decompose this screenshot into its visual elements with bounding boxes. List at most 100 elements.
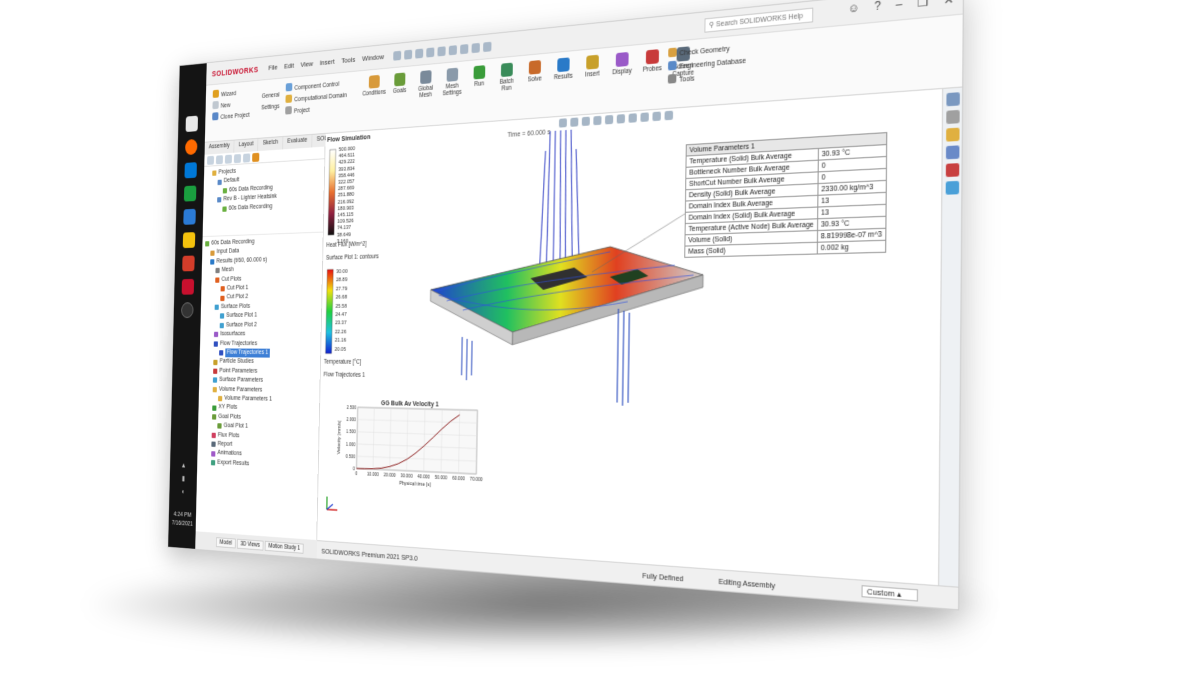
zoom-area-icon[interactable] <box>570 117 579 127</box>
menu-tools[interactable]: Tools <box>341 55 355 65</box>
legend-value: 30.00 <box>336 269 348 275</box>
component-icon <box>285 82 293 92</box>
menu-edit[interactable]: Edit <box>284 61 294 70</box>
settings-group: Component Control Computational Domain P… <box>285 78 347 118</box>
tab-motion-study[interactable]: Motion Study 1 <box>264 540 304 554</box>
batch-run-icon <box>500 62 513 78</box>
menu-bar: File Edit View Insert Tools Window <box>268 52 384 71</box>
tree-item-label: Cut Plot 1 <box>226 284 249 292</box>
rebuild-icon[interactable] <box>471 42 480 53</box>
menu-insert[interactable]: Insert <box>320 57 335 67</box>
tree-item[interactable]: Flow Trajectories <box>203 339 318 349</box>
home-icon[interactable] <box>945 92 960 107</box>
select-icon[interactable] <box>460 43 469 54</box>
graphics-area[interactable]: Flow Simulation Time = 60.000 s 500.000 … <box>317 89 943 586</box>
export-icon <box>210 459 216 466</box>
display-style-icon[interactable] <box>616 114 626 124</box>
conditions-button[interactable]: Conditions <box>362 74 386 103</box>
config-icon <box>222 206 227 212</box>
batch-run-button[interactable]: Batch Run <box>496 62 518 93</box>
firefox-icon[interactable] <box>184 138 198 156</box>
property-icon[interactable] <box>215 155 224 165</box>
view-settings-icon[interactable] <box>664 110 674 121</box>
menu-window[interactable]: Window <box>362 52 384 62</box>
solve-button[interactable]: Solve <box>523 60 546 91</box>
run-button[interactable]: Run <box>468 65 490 95</box>
solidworks-app-icon[interactable] <box>182 255 195 272</box>
new-icon[interactable] <box>404 49 413 60</box>
zoom-fit-icon[interactable] <box>558 118 567 128</box>
appearances-icon[interactable] <box>945 163 959 178</box>
mesh-settings-button[interactable]: Mesh Settings <box>441 67 463 97</box>
network-icon[interactable]: ▮ <box>182 474 185 482</box>
section-view-icon[interactable] <box>593 115 602 126</box>
x-tick-label: 10.000 <box>367 472 379 478</box>
probes-button[interactable]: Probes <box>640 49 664 81</box>
x-axis-label: Physical time [s] <box>399 481 431 489</box>
undo-icon[interactable] <box>448 44 458 55</box>
general-settings-button[interactable]: General Settings <box>260 89 282 114</box>
resources-icon[interactable] <box>945 109 960 125</box>
minimize-icon[interactable]: – <box>896 0 903 12</box>
restore-icon[interactable]: ❐ <box>917 0 928 10</box>
solidworks-logo[interactable]: SOLIDWORKS <box>212 65 259 78</box>
config-icon <box>222 188 228 194</box>
flow-analysis-icon[interactable] <box>252 152 260 163</box>
file-explorer-icon[interactable] <box>945 145 959 160</box>
clock[interactable]: 4:24 PM 7/16/2021 <box>169 510 196 529</box>
help-icon[interactable]: ? <box>874 0 881 14</box>
excel-icon[interactable] <box>183 185 197 202</box>
editing-status: Editing Assembly <box>718 576 776 591</box>
user-icon[interactable]: ☺ <box>848 2 860 17</box>
custom-properties-icon[interactable] <box>945 180 959 195</box>
tree-item-label: Flow Trajectories 1 <box>225 348 270 358</box>
outlook-icon[interactable] <box>184 162 197 179</box>
previous-view-icon[interactable] <box>581 116 590 127</box>
display-manager-icon[interactable] <box>242 153 251 163</box>
home-icon[interactable] <box>393 50 402 61</box>
view-orientation-icon[interactable] <box>604 114 614 125</box>
tab-3d-views[interactable]: 3D Views <box>236 538 264 551</box>
volume-parameters-table[interactable]: Volume Parameters 1 Temperature (Solid) … <box>684 132 888 258</box>
solidworks-taskbar-icon[interactable] <box>185 115 199 133</box>
save-icon[interactable] <box>426 46 435 58</box>
heatflux-legend-values: 500.000 464.611 429.222 393.834 358.446 322.0… <box>337 146 355 245</box>
appearance-icon[interactable] <box>640 112 649 123</box>
print-icon[interactable] <box>437 45 446 56</box>
explorer-icon[interactable] <box>183 208 196 225</box>
project-icon <box>285 106 292 115</box>
results-button[interactable]: Results <box>552 57 575 88</box>
hide-show-icon[interactable] <box>628 113 637 123</box>
feature-tree-icon[interactable] <box>207 155 215 165</box>
settings-icon[interactable] <box>181 302 194 319</box>
tab-model[interactable]: Model <box>215 536 236 549</box>
flow-trajectories-right-bottom <box>617 309 629 406</box>
open-icon[interactable] <box>415 48 424 59</box>
scene-icon[interactable] <box>652 111 661 122</box>
tree-item[interactable]: Surface Plot 2 <box>203 320 318 330</box>
config-icon[interactable] <box>224 154 233 164</box>
units-select[interactable]: Custom ▴ <box>861 585 918 602</box>
folder-icon[interactable] <box>182 232 196 249</box>
window-controls: ☺ ? – ❐ ✕ <box>848 0 954 17</box>
goal-plot-chart[interactable]: 00.5001.0001.5002.0002.5000 10.000 20.000 3… <box>333 403 494 496</box>
dimxpert-icon[interactable] <box>233 153 242 164</box>
volume-icon[interactable]: ◖ <box>181 487 184 495</box>
clone-project-button[interactable]: Clone Project <box>212 110 250 124</box>
goals-button[interactable]: Goals <box>389 72 410 102</box>
pdm-icon[interactable] <box>181 278 195 295</box>
tree-item-label: Surface Plot 2 <box>225 321 257 328</box>
close-icon[interactable]: ✕ <box>944 0 954 8</box>
menu-view[interactable]: View <box>300 60 313 69</box>
help-search-input[interactable]: ⚲ Search SOLIDWORKS Help <box>704 7 814 33</box>
global-mesh-button[interactable]: Global Mesh <box>415 70 436 100</box>
feature-manager-panel: Projects Default 60s Data Recording Rev B -… <box>195 146 326 541</box>
menu-file[interactable]: File <box>268 63 277 72</box>
display-button[interactable]: Display <box>610 51 634 83</box>
chevron-up-icon[interactable]: ▲ <box>181 461 187 469</box>
insert-button[interactable]: Insert <box>581 54 605 86</box>
y-tick-label: 0.500 <box>346 454 356 460</box>
design-library-icon[interactable] <box>945 127 960 142</box>
tree-item[interactable]: Isosurfaces <box>203 330 318 339</box>
options-icon[interactable] <box>483 41 492 52</box>
